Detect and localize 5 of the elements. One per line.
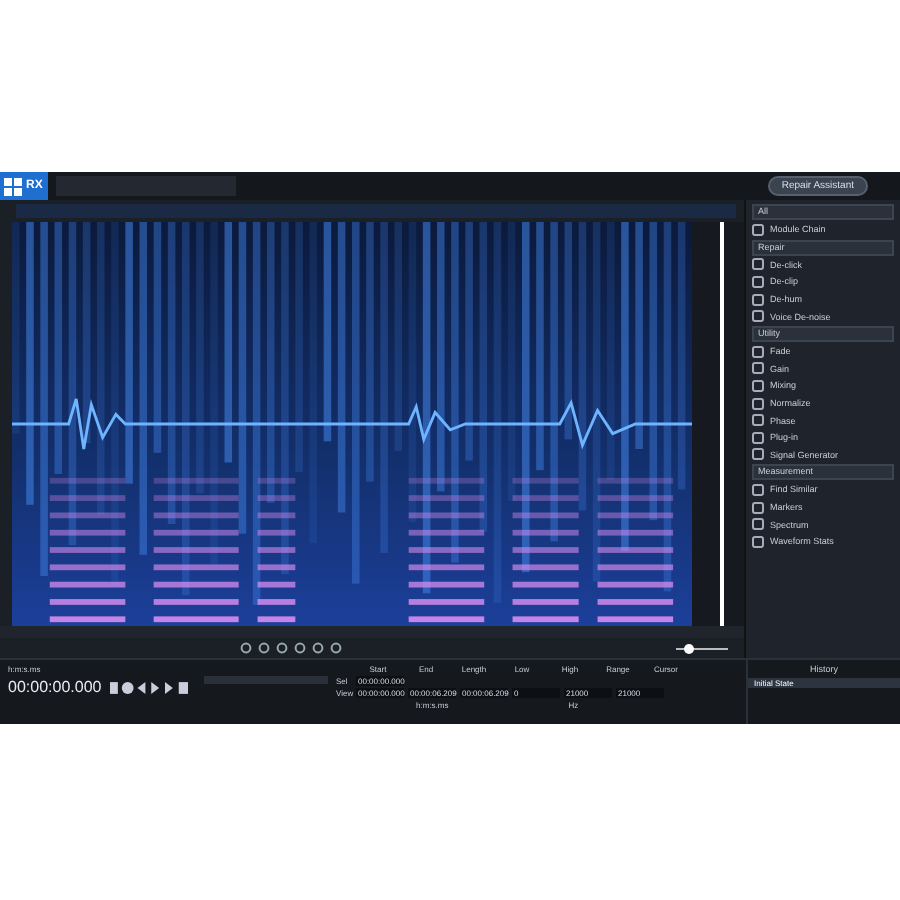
transport-controls-drawing[interactable]	[109, 681, 188, 693]
grid-icon	[4, 177, 22, 195]
module-icon	[752, 223, 764, 236]
time-display: 00:00:00.000	[8, 678, 102, 696]
spectrogram-drawing[interactable]	[12, 222, 692, 626]
